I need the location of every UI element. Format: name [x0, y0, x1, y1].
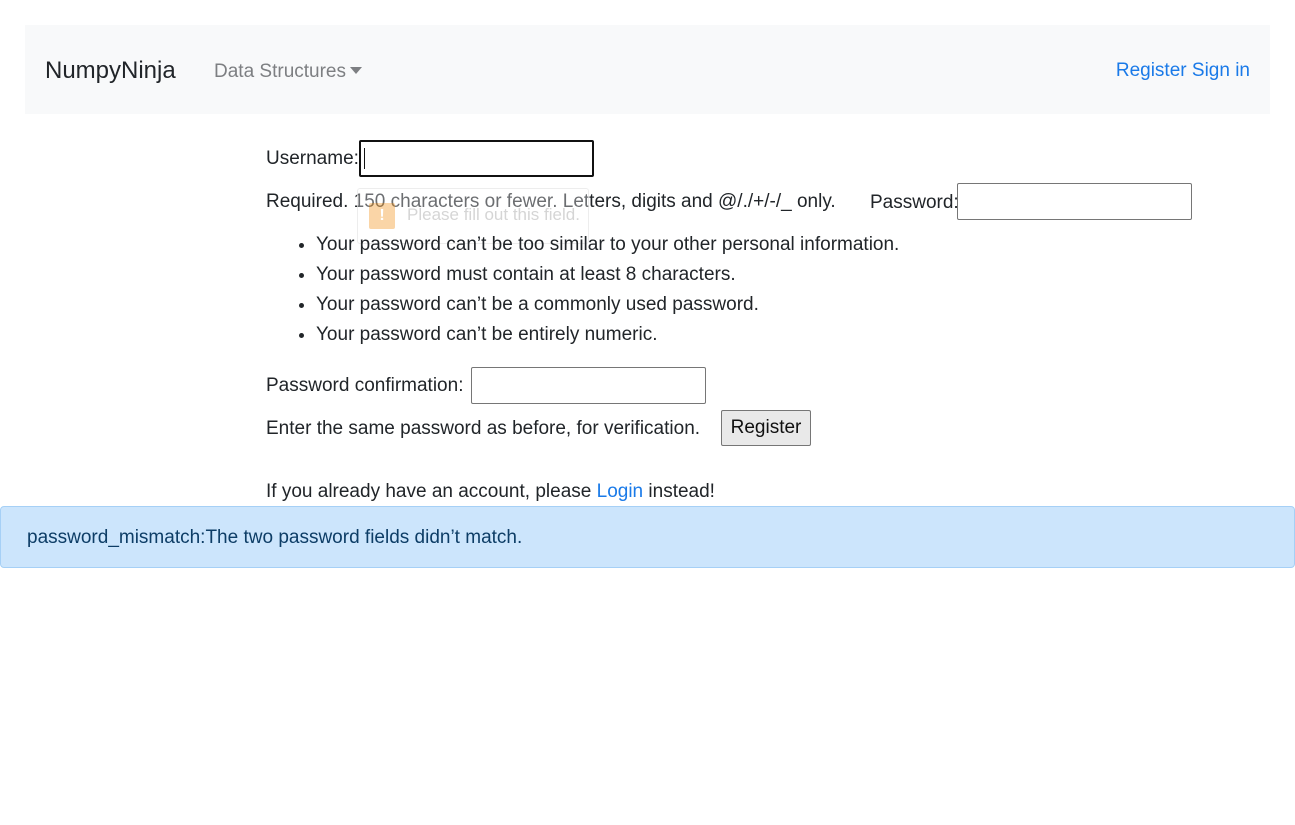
- data-structures-dropdown[interactable]: Data Structures: [214, 60, 362, 84]
- list-item: Your password can’t be too similar to yo…: [316, 230, 899, 260]
- username-label: Username:: [266, 148, 359, 169]
- list-item: Your password can’t be a commonly used p…: [316, 290, 899, 320]
- alert-message: password_mismatch:The two password field…: [27, 527, 523, 548]
- login-prompt-after: instead!: [648, 481, 715, 502]
- login-prompt-before: If you already have an account, please: [266, 481, 592, 502]
- password-confirmation-label: Password confirmation:: [266, 375, 464, 396]
- text-cursor: [364, 148, 365, 169]
- nav-auth-links: Register Sign in: [1116, 59, 1250, 83]
- register-link[interactable]: Register: [1116, 60, 1187, 81]
- confirmation-help-text: Enter the same password as before, for v…: [266, 418, 701, 439]
- password-rules-list: Your password can’t be too similar to yo…: [266, 230, 899, 350]
- signin-link[interactable]: Sign in: [1192, 60, 1250, 81]
- password-label: Password:: [870, 192, 959, 213]
- error-alert: password_mismatch:The two password field…: [0, 506, 1295, 568]
- list-item: Your password must contain at least 8 ch…: [316, 260, 899, 290]
- tooltip-message: Please fill out this field.: [407, 205, 580, 224]
- brand-logo[interactable]: NumpyNinja: [45, 56, 176, 86]
- register-button[interactable]: Register: [721, 410, 811, 446]
- warning-icon: !: [369, 203, 395, 229]
- username-input[interactable]: [359, 140, 594, 177]
- caret-down-icon: [350, 67, 362, 74]
- list-item: Your password can’t be entirely numeric.: [316, 320, 899, 350]
- login-prompt: If you already have an account, please L…: [266, 480, 715, 504]
- password-input[interactable]: [957, 183, 1192, 220]
- password-confirmation-input[interactable]: [471, 367, 706, 404]
- dropdown-label: Data Structures: [214, 61, 346, 82]
- login-link[interactable]: Login: [597, 481, 644, 502]
- navbar: NumpyNinja Data Structures Register Sign…: [25, 25, 1270, 114]
